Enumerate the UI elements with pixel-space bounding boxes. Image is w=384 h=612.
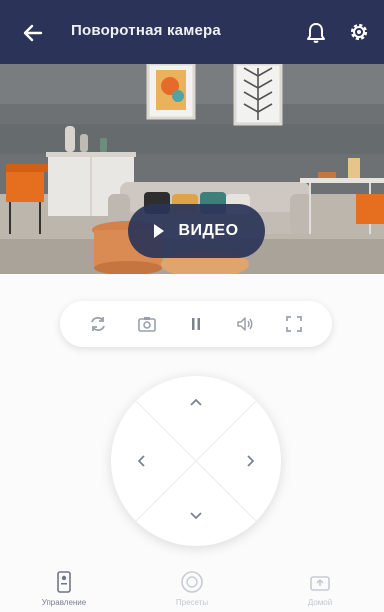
tab-presets-label: Пресеты	[175, 598, 209, 607]
chevron-up-icon	[190, 398, 202, 406]
bottom-tab-bar: Управление Пресеты Домой	[0, 560, 384, 612]
fullscreen-button[interactable]	[282, 312, 306, 336]
pan-down-button[interactable]	[188, 508, 204, 524]
chevron-down-icon	[190, 512, 202, 520]
preset-icon	[180, 570, 204, 594]
volume-button[interactable]	[233, 312, 257, 336]
camera-control-toolbar	[60, 301, 332, 347]
volume-icon	[237, 317, 253, 331]
page-title: Поворотная камера	[71, 22, 221, 39]
chevron-left-icon	[137, 455, 145, 467]
rotate-button[interactable]	[86, 312, 110, 336]
pan-up-button[interactable]	[188, 394, 204, 410]
pause-icon	[191, 318, 200, 330]
remote-icon	[52, 570, 76, 594]
tab-control[interactable]: Управление	[19, 570, 109, 607]
tab-home-label: Домой	[307, 598, 333, 607]
pan-left-button[interactable]	[133, 453, 149, 469]
tab-presets[interactable]: Пресеты	[147, 570, 237, 607]
rotate-icon	[91, 316, 106, 332]
app-header: Поворотная камера	[0, 0, 384, 64]
pause-button[interactable]	[184, 312, 208, 336]
tab-control-label: Управление	[41, 598, 87, 607]
tab-home[interactable]: Домой	[275, 570, 365, 607]
play-icon	[154, 224, 165, 238]
bell-icon[interactable]	[306, 22, 326, 44]
play-video-label: ВИДЕО	[178, 222, 239, 239]
pan-right-button[interactable]	[243, 453, 259, 469]
gear-icon[interactable]	[348, 21, 370, 43]
snapshot-button[interactable]	[135, 312, 159, 336]
fullscreen-icon	[285, 316, 302, 332]
snapshot-icon	[138, 317, 156, 332]
chevron-right-icon	[247, 455, 255, 467]
back-arrow-icon[interactable]	[22, 22, 44, 44]
home-icon	[308, 570, 332, 594]
ptz-direction-pad	[111, 376, 281, 546]
camera-video-preview[interactable]: ВИДЕО	[0, 64, 384, 274]
play-video-button[interactable]: ВИДЕО	[128, 204, 265, 258]
